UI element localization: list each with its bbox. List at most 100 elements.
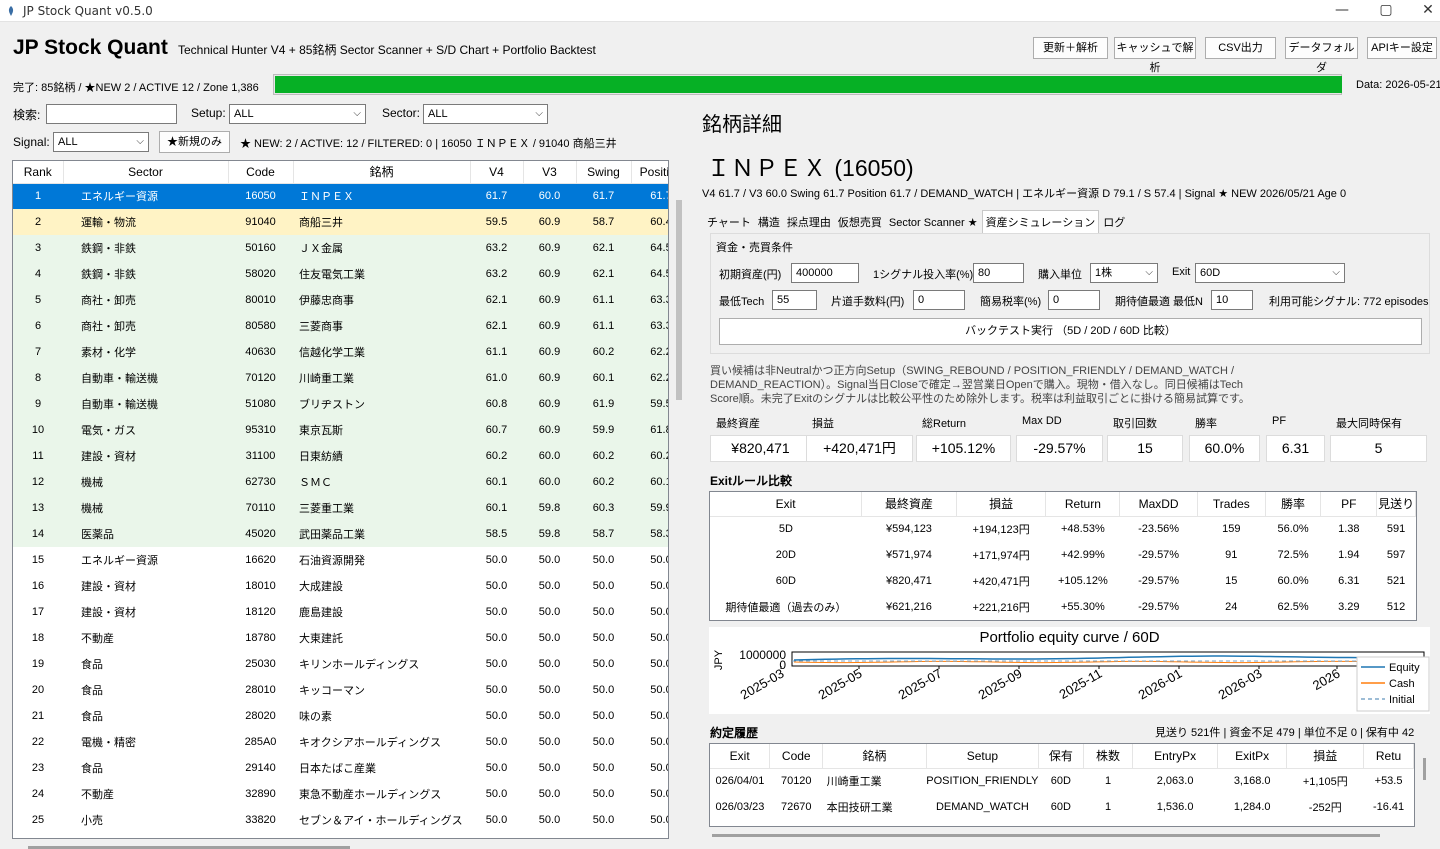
column-header[interactable]: Position [631,161,668,184]
table-row[interactable]: 11建設・資材31100日東紡績60.260.060.260.2D [13,443,668,469]
column-header[interactable]: 銘柄 [293,161,471,184]
close-icon[interactable]: ✕ [1413,2,1440,18]
table-row[interactable]: 期待値最適（過去のみ） ¥621,216 +221,216円 +55.30% -29.5… [710,594,1416,620]
trades-horizontal-scrollbar[interactable] [712,834,1380,837]
run-backtest-button[interactable]: バックテスト実行 （5D / 20D / 60D 比較） [719,318,1422,345]
table-row[interactable]: 21 食品 28020 味の素 50.0 50.0 50.0 50.0 [13,703,668,729]
signal-select[interactable]: ALL ⌵ [53,132,149,152]
column-header[interactable]: EntryPx [1132,744,1218,769]
search-input[interactable] [46,104,177,124]
table-cell: 50.0 [538,710,561,722]
tax-input[interactable]: 0 [1048,290,1100,310]
column-header[interactable]: 保有 [1038,744,1084,769]
tab-3[interactable]: 仮想売買 [835,211,885,233]
maximize-icon[interactable]: ▢ [1371,2,1401,18]
update-analyze-button[interactable]: 更新＋解析 [1033,37,1108,59]
column-header[interactable]: 株数 [1083,744,1134,769]
tab-4[interactable]: Sector Scanner ★ [886,213,981,232]
x-tick-label: 2025-05 [816,666,865,703]
table-row[interactable]: 4鉄鋼・非鉄58020住友電気工業63.260.962.164.5PC [13,261,668,287]
table-row[interactable]: 18 不動産 18780 大東建託 50.0 50.0 50.0 50.0 [13,625,668,651]
table-row[interactable]: 13機械70110三菱重工業60.159.860.359.9D [13,495,668,521]
table-row[interactable]: 17 建設・資材 18120 鹿島建設 50.0 50.0 50.0 50.0 [13,599,668,625]
table-row[interactable]: 15 エネルギー資源 16620 石油資源開発 50.0 50.0 50.0 50.0 [13,547,668,573]
minimize-icon[interactable]: — [1327,2,1357,18]
tab-6[interactable]: ログ [1100,211,1128,233]
column-header[interactable]: Exit [710,744,771,769]
column-header[interactable]: ExitPx [1217,744,1288,769]
data-folder-button[interactable]: データフォルダ [1285,37,1358,74]
column-header[interactable]: 勝率 [1265,492,1322,517]
metric-label: 最大同時保有 [1336,418,1402,430]
initial-capital-input[interactable]: 400000 [791,263,859,283]
table-row[interactable]: 10電気・ガス95310東京瓦斯60.760.959.961.8PC [13,417,668,443]
tab-0[interactable]: チャート [704,211,754,233]
table-row[interactable]: 25 小売 33820 セブン＆アイ・ホールディングス 50.0 50.0 50.0 50.0 [13,807,668,833]
exit-select-value: 60D [1200,267,1221,279]
api-key-button[interactable]: APIキー設定 [1367,37,1437,59]
table-cell: 64.5 [631,235,668,261]
column-header[interactable]: V3 [523,161,577,184]
tab-5[interactable]: 資産シミュレーション [981,210,1100,233]
tab-1[interactable]: 構造 [755,211,783,233]
column-header[interactable]: Rank [13,161,64,184]
column-header[interactable]: Swing [576,161,632,184]
table-row[interactable]: 026/03/23 72670 本田技研工業 DEMAND_WATCH 60D 1 1,53… [710,794,1414,820]
table-row[interactable]: 1エネルギー資源16050ＩＮＰＥＸ61.760.061.761.7D [13,183,668,209]
table-row[interactable]: 6商社・卸売80580三菱商事62.160.961.163.3PC [13,313,668,339]
column-header[interactable]: Trades [1197,492,1266,517]
sector-select[interactable]: ALL ⌵ [423,104,548,124]
column-header[interactable]: Code [769,744,824,769]
setup-select[interactable]: ALL ⌵ [229,104,366,124]
column-header[interactable]: 銘柄 [822,744,927,769]
column-header[interactable]: 最終資産 [861,492,957,517]
table-row[interactable]: 23 食品 29140 日本たばこ産業 50.0 50.0 50.0 50.0 [13,755,668,781]
column-header[interactable]: 損益 [956,492,1047,517]
column-header[interactable]: 損益 [1286,744,1365,769]
table-row[interactable]: 2運輸・物流91040商船三井59.560.958.760.4PC [13,209,668,235]
table-vertical-scrollbar[interactable] [676,200,682,400]
column-header[interactable]: Exit [710,492,863,517]
table-row[interactable]: 8自動車・輸送機70120川崎重工業61.060.960.162.2PC [13,365,668,391]
table-row[interactable]: 19 食品 25030 キリンホールディングス 50.0 50.0 50.0 50.0 [13,651,668,677]
table-row[interactable]: 5D ¥594,123 +194,123円 +48.53% -23.56% 159 56.0… [710,516,1416,542]
trades-scrollbar[interactable] [1423,758,1426,780]
min-n-input[interactable]: 10 [1211,290,1253,310]
fee-input[interactable]: 0 [913,290,965,310]
table-cell: 91 [1225,549,1238,561]
tab-2[interactable]: 採点理由 [784,211,834,233]
cache-analyze-button[interactable]: キャッシュで解析 [1114,37,1196,74]
column-header[interactable]: Return [1045,492,1121,517]
exit-select[interactable]: 60D ⌵ [1195,263,1345,283]
column-header[interactable]: Sector [63,161,229,184]
signal-ratio-input[interactable]: 80 [973,263,1024,283]
table-cell: 食品 [81,763,103,775]
table-row[interactable]: 12機械62730ＳＭＣ60.160.060.260.1D [13,469,668,495]
table-row[interactable]: 60D ¥820,471 +420,471円 +105.12% -29.57% 15 60.… [710,568,1416,594]
new-only-button[interactable]: ★新規のみ [159,131,230,153]
table-row[interactable]: 7素材・化学40630信越化学工業61.160.960.262.2PC [13,339,668,365]
table-row[interactable]: 20D ¥571,974 +171,974円 +42.99% -29.57% 91 72.5… [710,542,1416,568]
column-header[interactable]: MaxDD [1119,492,1198,517]
min-tech-input[interactable]: 55 [772,290,817,310]
table-row[interactable]: 9自動車・輸送機51080ブリヂストン60.860.961.959.5S [13,391,668,417]
table-row[interactable]: 22 電機・精密 285A0 キオクシアホールディングス 50.0 50.0 50.0 50.… [13,729,668,755]
metric-label: Max DD [1022,415,1062,427]
column-header[interactable]: Retu [1363,744,1414,769]
column-header[interactable]: Code [228,161,294,184]
table-row[interactable]: 14医薬品45020武田薬品工業58.559.858.758.3D [13,521,668,547]
column-header[interactable]: PF [1320,492,1378,517]
column-header[interactable]: V4 [470,161,524,184]
table-row[interactable]: 24 不動産 32890 東急不動産ホールディングス 50.0 50.0 50.0 50.0 [13,781,668,807]
csv-export-button[interactable]: CSV出力 [1205,37,1276,59]
table-row[interactable]: 16 建設・資材 18010 大成建設 50.0 50.0 50.0 50.0 [13,573,668,599]
table-cell: 大東建託 [299,633,343,645]
buy-unit-select[interactable]: 1株 ⌵ [1090,263,1158,283]
table-row[interactable]: 3鉄鋼・非鉄50160ＪＸ金属63.260.962.164.5PC [13,235,668,261]
table-row[interactable]: 20 食品 28010 キッコーマン 50.0 50.0 50.0 50.0 [13,677,668,703]
table-row[interactable]: 026/04/01 70120 川崎重工業 POSITION_FRIENDLY 60D 1… [710,768,1414,794]
table-cell: 62730 [228,469,293,495]
column-header[interactable]: 見送り [1376,492,1416,517]
table-row[interactable]: 5商社・卸売80010伊藤忠商事62.160.961.163.3PC [13,287,668,313]
column-header[interactable]: Setup [926,744,1040,769]
